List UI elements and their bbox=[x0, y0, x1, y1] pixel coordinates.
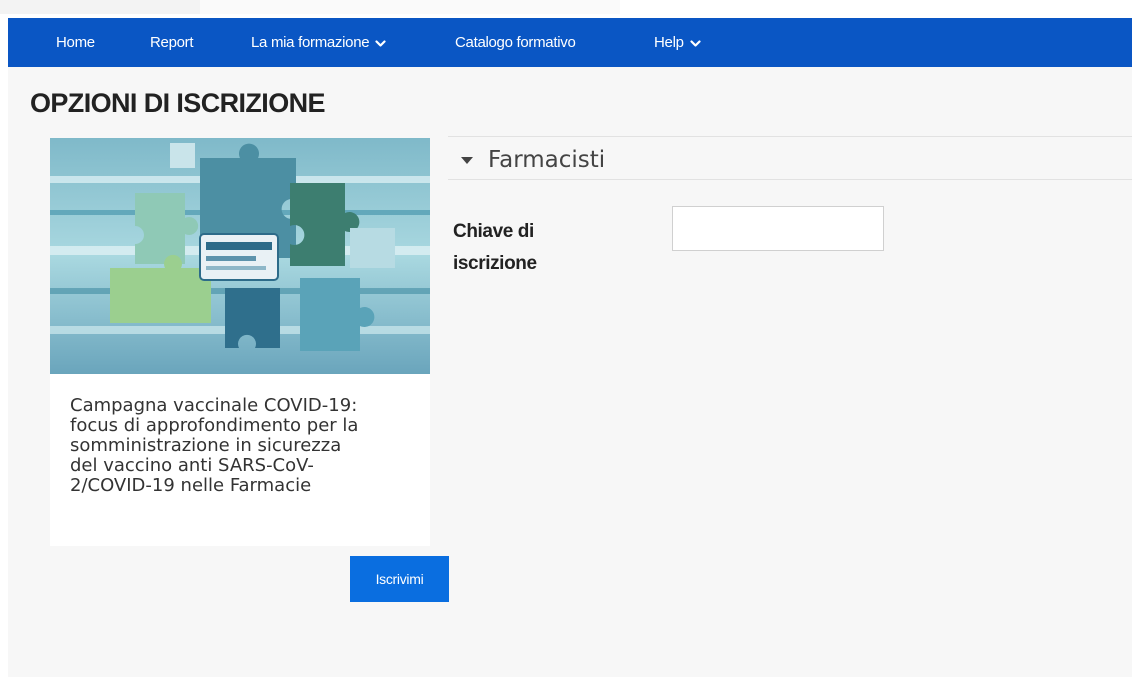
page-container: Home Report La mia formazione Catalogo f… bbox=[8, 18, 1132, 677]
page-title: OPZIONI DI ISCRIZIONE bbox=[30, 88, 326, 118]
enrol-button[interactable]: Iscrivimi bbox=[350, 556, 449, 602]
divider bbox=[448, 136, 1132, 137]
chevron-down-icon bbox=[690, 19, 701, 68]
nav-item-label: Catalogo formativo bbox=[455, 34, 576, 51]
course-name[interactable]: Campagna vaccinale COVID-19: focus di ap… bbox=[70, 396, 410, 496]
browser-top-strip bbox=[0, 0, 1132, 18]
nav-item-home[interactable]: Home bbox=[56, 18, 95, 67]
nav-item-label: Help bbox=[654, 34, 684, 51]
course-card: Campagna vaccinale COVID-19: focus di ap… bbox=[50, 138, 430, 546]
nav-item-label: Report bbox=[150, 34, 194, 51]
course-image bbox=[50, 138, 430, 374]
caret-down-icon bbox=[461, 157, 473, 164]
nav-item-label: La mia formazione bbox=[251, 34, 370, 51]
enrolment-key-input[interactable] bbox=[672, 206, 884, 251]
nav-item-report[interactable]: Report bbox=[150, 18, 194, 67]
nav-item-la-mia-formazione[interactable]: La mia formazione bbox=[251, 18, 386, 67]
nav-item-catalogo-formativo[interactable]: Catalogo formativo bbox=[455, 18, 576, 67]
top-navbar: Home Report La mia formazione Catalogo f… bbox=[8, 18, 1132, 67]
chevron-down-icon bbox=[375, 19, 386, 68]
top-strip-segment bbox=[200, 0, 620, 14]
enrolment-key-label: Chiave di iscrizione bbox=[453, 221, 537, 274]
section-title: Farmacisti bbox=[488, 147, 606, 173]
divider bbox=[448, 179, 1132, 180]
nav-item-help[interactable]: Help bbox=[654, 18, 701, 67]
nav-item-label: Home bbox=[56, 34, 95, 51]
top-strip-segment bbox=[0, 0, 200, 14]
